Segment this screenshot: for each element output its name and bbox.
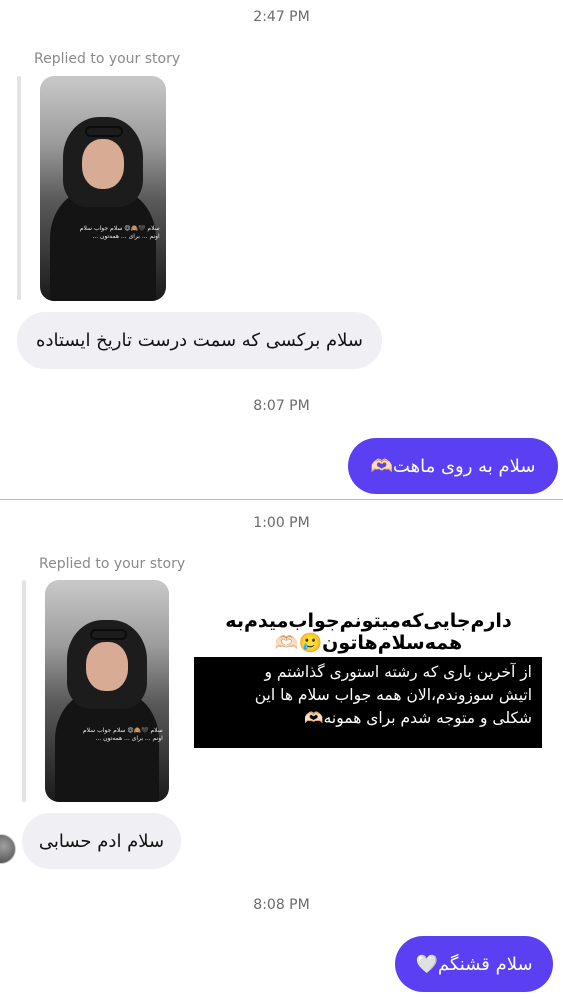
story-overlay-line: از آخرین باری که رشته استوری گذاشتم و — [264, 663, 532, 681]
story-face — [85, 642, 129, 691]
outgoing-message[interactable]: سلام قشنگم🤍 — [395, 936, 553, 992]
replied-to-story-label: Replied to your story — [34, 51, 181, 67]
story-overlay-title: دارم‌جایی‌که‌میتونم‌جواب‌میدم‌به همه‌سلا… — [196, 610, 541, 654]
reply-indicator-bar — [22, 580, 26, 802]
story-sunglasses — [85, 125, 124, 137]
story-sunglasses — [89, 628, 127, 640]
story-overlay-title-line: همه‌سلام‌هاتون🥲🫶🏻 — [274, 632, 463, 654]
story-overlay-line: اتیش سوزوندم،الان همه جواب سلام ها این — [254, 686, 532, 704]
story-thumbnail[interactable]: سلام 🖤🙈😍 سلام جواب سلام اونم ... برای ..… — [40, 76, 166, 301]
timestamp: 8:07 PM — [253, 398, 310, 414]
screenshot-divider — [0, 499, 563, 500]
story-overlay-line: شکلی و متوجه شدم برای همونه🫶🏻 — [304, 709, 532, 727]
story-face — [81, 139, 125, 189]
timestamp: 8:08 PM — [253, 897, 310, 913]
incoming-message[interactable]: سلام ادم حسابی — [22, 813, 181, 869]
story-overlay-title-line: دارم‌جایی‌که‌میتونم‌جواب‌میدم‌به — [225, 610, 512, 632]
story-thumbnail[interactable]: سلام 🖤🙈😍 سلام جواب سلام اونم ... برای ..… — [45, 580, 169, 802]
story-caption: سلام 🖤🙈😍 سلام جواب سلام اونم ... برای ..… — [82, 726, 163, 742]
outgoing-message[interactable]: سلام به روی ماهت🫶🏻 — [348, 438, 558, 494]
story-caption: سلام 🖤🙈😍 سلام جواب سلام اونم ... برای ..… — [79, 224, 160, 240]
timestamp: 2:47 PM — [253, 9, 310, 25]
story-overlay-text-box: از آخرین باری که رشته استوری گذاشتم و ات… — [194, 657, 542, 748]
reply-indicator-bar — [17, 76, 21, 300]
timestamp: 1:00 PM — [253, 515, 310, 531]
replied-to-story-label: Replied to your story — [39, 556, 186, 572]
incoming-message[interactable]: سلام برکسی که سمت درست تاریخ ایستاده — [17, 312, 382, 369]
sender-avatar[interactable] — [0, 834, 16, 864]
